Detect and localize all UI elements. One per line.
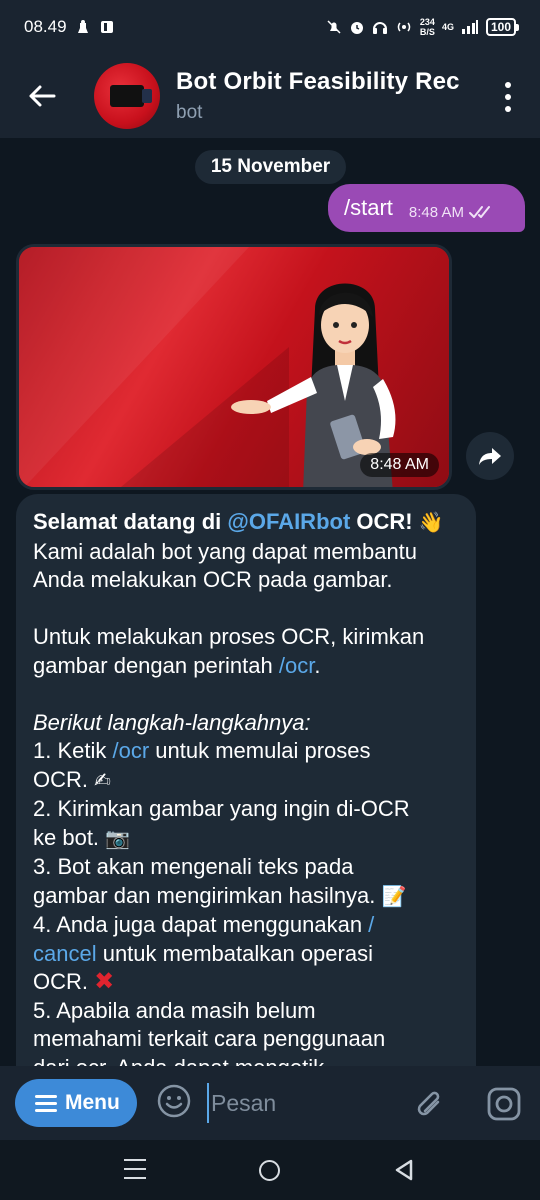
ocr-command-link[interactable]: /ocr [112, 738, 149, 763]
bot-menu-button[interactable]: Menu [15, 1079, 137, 1127]
waving-hand-emoji: 👋 [418, 512, 444, 534]
message-line: 2. Kirimkan gambar yang ingin di-OCR [33, 796, 410, 821]
double-check-icon [468, 206, 490, 218]
hotspot-icon [395, 19, 413, 35]
bot-menu-label: Menu [65, 1091, 120, 1114]
arrow-left-icon [29, 85, 56, 107]
signal-icon [461, 19, 479, 35]
image-message[interactable]: 8:48 AM [16, 244, 452, 490]
triangle-back-icon [395, 1159, 413, 1181]
image-message-time: 8:48 AM [360, 453, 439, 477]
incoming-message[interactable]: Selamat datang di @OFAIRbot OCR! 👋 Kami … [16, 494, 476, 1066]
message-line: dari ocr. Anda dapat mengetik [33, 1054, 458, 1067]
paperclip-icon [417, 1091, 440, 1116]
memo-emoji: 📝 [381, 885, 407, 908]
camera-icon [487, 1087, 521, 1121]
message-line: cancel untuk membatalkan operasi [33, 940, 373, 966]
chat-title-block[interactable]: Bot Orbit Feasibility Rec bot [176, 68, 476, 124]
camera-button[interactable] [486, 1086, 522, 1127]
bot-avatar[interactable] [94, 63, 160, 129]
mute-icon [326, 19, 342, 35]
alarm-icon [349, 19, 365, 35]
chat-title: Bot Orbit Feasibility Rec [176, 68, 460, 95]
message-line: Untuk melakukan proses OCR, kirimkan [33, 624, 425, 649]
network-speed: 234 B/S [419, 17, 435, 37]
message-line: ke bot. 📷 [33, 824, 131, 850]
writing-hand-emoji: ✍ [94, 769, 111, 792]
message-line: 5. Apabila anda masih belum [33, 997, 316, 1023]
system-back-button[interactable] [394, 1159, 414, 1186]
chat-subtitle: bot [176, 102, 203, 123]
cross-mark-emoji: ✖ [94, 968, 115, 995]
headphones-icon [372, 19, 388, 35]
message-line: 1. Ketik /ocr untuk memulai proses [33, 738, 371, 763]
status-time: 08.49 [24, 17, 67, 36]
system-nav-bar [0, 1140, 540, 1200]
attach-button[interactable] [414, 1088, 446, 1127]
message-line: 4. Anda juga dapat menggunakan / [33, 912, 375, 937]
network-type: 4G [441, 22, 454, 32]
message-line: Berikut langkah-langkahnya: [33, 709, 311, 735]
cancel-command-link[interactable]: / [368, 912, 374, 937]
camera-emoji: 📷 [105, 827, 131, 850]
emoji-button[interactable] [157, 1084, 191, 1123]
message-line: 3. Bot akan mengenali teks pada [33, 854, 354, 879]
message-line: OCR. ✍ [33, 766, 111, 792]
outgoing-message[interactable]: /start 8:48 AM [328, 184, 525, 232]
smiley-icon [157, 1084, 191, 1117]
bot-mention-link[interactable]: @OFAIRbot [227, 509, 350, 534]
message-line: OCR. ✖ [33, 968, 115, 995]
share-button[interactable] [466, 432, 514, 480]
message-line: memahami terkait cara penggunaan [33, 1026, 386, 1051]
status-bar: 08.49 234 B/S 4G 100 [0, 0, 540, 54]
app-notification-icon [99, 19, 115, 35]
ocr-command-link[interactable]: /ocr [279, 653, 314, 678]
cancel-command-link[interactable]: cancel [33, 941, 97, 966]
notification-icon [75, 19, 91, 35]
outgoing-message-time: 8:48 AM [408, 203, 464, 221]
battery-icon: 100 [485, 18, 520, 36]
share-arrow-icon [479, 448, 501, 465]
menu-icon [35, 1094, 57, 1112]
back-button[interactable] [18, 72, 66, 120]
recents-button[interactable] [124, 1159, 146, 1179]
date-separator: 15 November [195, 150, 346, 184]
message-input[interactable] [207, 1083, 397, 1123]
more-options-button[interactable] [498, 82, 518, 112]
home-button[interactable] [259, 1160, 280, 1181]
message-line: Kami adalah bot yang dapat membantu [33, 538, 418, 564]
chat-area[interactable]: 15 November /start 8:48 AM 8:48 AM Selam… [0, 138, 540, 1066]
message-line: Anda melakukan OCR pada gambar. [33, 567, 393, 592]
message-line: gambar dan mengirimkan hasilnya. 📝 [33, 882, 407, 908]
outgoing-message-text: /start [344, 195, 393, 220]
message-line: gambar dengan perintah /ocr. [33, 652, 321, 678]
input-bar: Menu [0, 1066, 540, 1140]
message-line: Selamat datang di @OFAIRbot OCR! 👋 [33, 509, 444, 534]
chat-header: Bot Orbit Feasibility Rec bot [0, 54, 540, 138]
